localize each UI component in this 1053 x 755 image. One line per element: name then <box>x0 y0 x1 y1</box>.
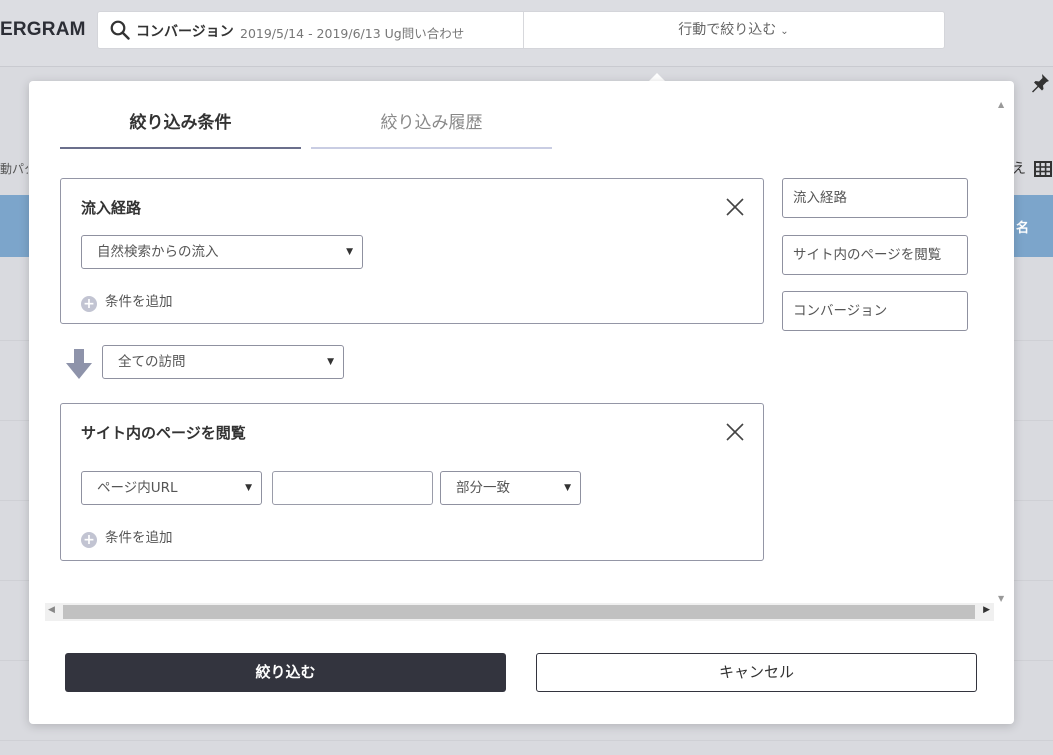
search-date-range: 2019/5/14 - 2019/6/13 Ug問い合わせ <box>240 26 465 41</box>
add-condition-button[interactable]: + 条件を追加 <box>81 526 173 548</box>
add-condition-label: 条件を追加 <box>105 294 173 310</box>
pin-icon[interactable] <box>1030 73 1050 93</box>
inflow-source-value: 自然検索からの流入 <box>97 244 219 260</box>
visit-scope-value: 全ての訪問 <box>118 354 186 370</box>
tab-filter-conditions[interactable]: 絞り込み条件 <box>60 103 301 149</box>
add-inflow-route-button[interactable]: 流入経路 <box>782 178 968 218</box>
add-conversion-button[interactable]: コンバージョン <box>782 291 968 331</box>
background-header-label: 名 <box>1015 221 1029 236</box>
search-category: コンバージョン <box>136 24 234 40</box>
condition-card-title: サイト内のページを閲覧 <box>81 424 246 442</box>
horizontal-scrollbar[interactable]: ◀ ▶ <box>45 603 994 621</box>
add-page-view-button[interactable]: サイト内のページを閲覧 <box>782 235 968 275</box>
plus-icon: + <box>81 532 97 548</box>
background-column-label: 動パタ <box>0 162 28 176</box>
app-logo[interactable]: ERGRAM <box>0 19 86 41</box>
chevron-down-icon: ⌄ <box>780 26 789 37</box>
scroll-up-icon[interactable]: ▲ <box>998 100 1004 109</box>
background-toggle-label: え <box>1012 161 1026 177</box>
match-type-value: 部分一致 <box>456 480 510 496</box>
page-field-value: ページ内URL <box>97 480 178 496</box>
cancel-button[interactable]: キャンセル <box>536 653 977 692</box>
search-summary[interactable]: コンバージョン 2019/5/14 - 2019/6/13 Ug問い合わせ <box>98 12 524 48</box>
filter-modal: 絞り込み条件 絞り込み履歴 流入経路 自然検索からの流入 ▼ + 条件を追加 全て… <box>29 81 1014 724</box>
scroll-left-icon[interactable]: ◀ <box>48 605 55 615</box>
background-row-divider <box>0 740 1053 741</box>
chevron-down-icon: ▼ <box>564 483 571 493</box>
page-field-select[interactable]: ページ内URL ▼ <box>81 471 262 505</box>
filter-by-action-label: 行動で絞り込む <box>678 22 777 38</box>
chevron-down-icon: ▼ <box>346 247 353 257</box>
top-bar: ERGRAM コンバージョン 2019/5/14 - 2019/6/13 Ug問… <box>0 0 1053 67</box>
arrow-down-icon <box>66 349 92 379</box>
close-icon[interactable] <box>725 422 745 442</box>
plus-icon: + <box>81 296 97 312</box>
apply-filter-button[interactable]: 絞り込む <box>65 653 506 692</box>
add-condition-label: 条件を追加 <box>105 530 173 546</box>
condition-card-page-view: サイト内のページを閲覧 ページ内URL ▼ 部分一致 ▼ + 条件を追加 <box>60 403 764 561</box>
match-type-select[interactable]: 部分一致 ▼ <box>440 471 581 505</box>
search-bar[interactable]: コンバージョン 2019/5/14 - 2019/6/13 Ug問い合わせ 行動… <box>97 11 945 49</box>
visit-scope-select[interactable]: 全ての訪問 ▼ <box>102 345 344 379</box>
add-condition-button[interactable]: + 条件を追加 <box>81 290 173 312</box>
chevron-down-icon: ▼ <box>327 357 334 367</box>
scroll-right-icon[interactable]: ▶ <box>983 605 990 615</box>
scroll-down-icon[interactable]: ▼ <box>998 594 1004 603</box>
close-icon[interactable] <box>725 197 745 217</box>
tab-filter-history[interactable]: 絞り込み履歴 <box>311 103 552 149</box>
condition-card-title: 流入経路 <box>81 199 142 217</box>
table-icon[interactable] <box>1034 160 1052 178</box>
vertical-scrollbar[interactable]: ▲ ▼ <box>994 100 1010 603</box>
search-icon <box>110 20 130 40</box>
filter-by-action-button[interactable]: 行動で絞り込む ⌄ <box>523 12 944 48</box>
chevron-down-icon: ▼ <box>245 483 252 493</box>
page-url-input[interactable] <box>272 471 433 505</box>
inflow-source-select[interactable]: 自然検索からの流入 ▼ <box>81 235 363 269</box>
condition-card-inflow: 流入経路 自然検索からの流入 ▼ + 条件を追加 <box>60 178 764 324</box>
scrollbar-thumb[interactable] <box>63 605 975 619</box>
